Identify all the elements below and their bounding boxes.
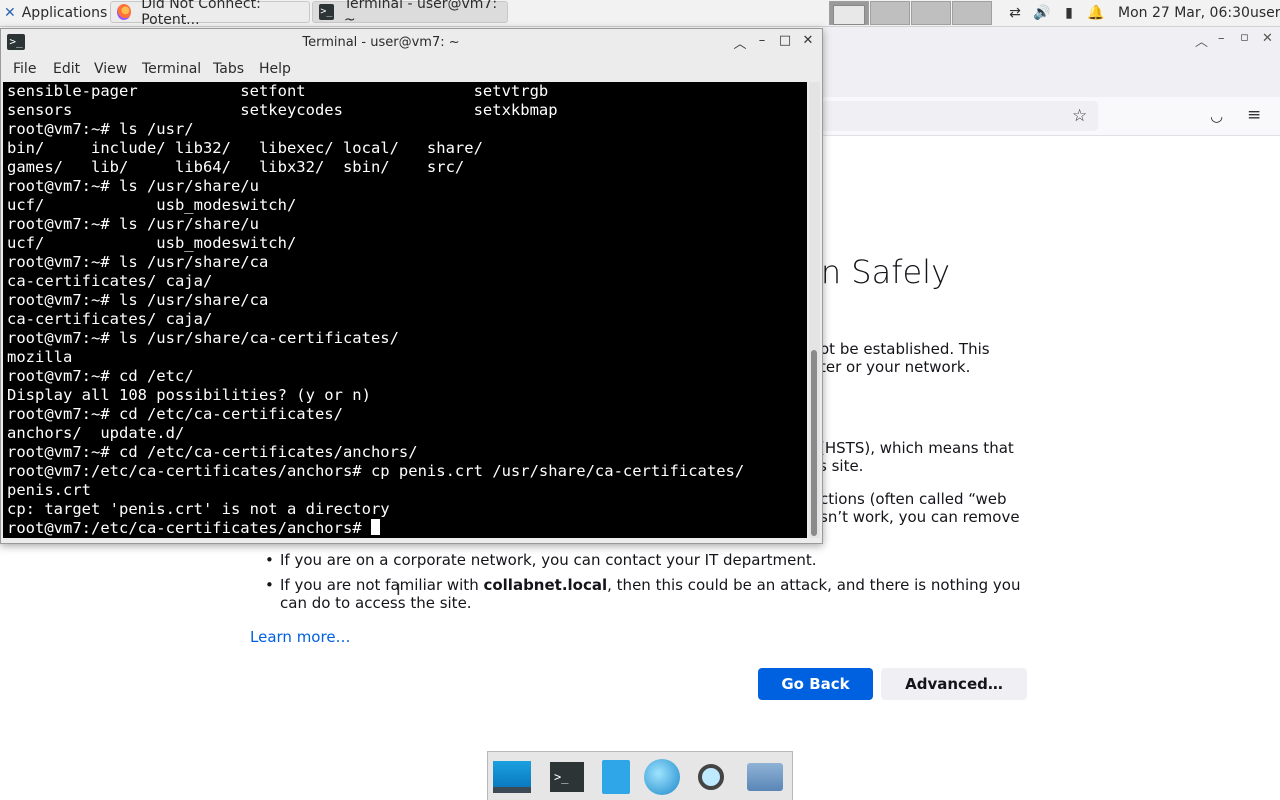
shade-window-icon[interactable]: ︿ [731, 33, 749, 52]
pocket-icon[interactable]: ◡ [1210, 107, 1223, 125]
hamburger-menu-icon[interactable]: ≡ [1247, 105, 1261, 125]
battery-icon[interactable]: ▮ [1060, 4, 1078, 22]
go-back-button[interactable]: Go Back [758, 668, 873, 700]
taskbar-item-label: Did Not Connect: Potent... [141, 0, 261, 28]
terminal-window: >_ Terminal - user@vm7: ~ ︿ – □ ✕ File E… [0, 28, 823, 544]
network-icon[interactable]: ⇄ [1006, 4, 1024, 22]
menu-file[interactable]: File [13, 61, 36, 77]
workspace-2[interactable] [870, 1, 910, 25]
notification-bell-icon[interactable]: 🔔 [1087, 4, 1105, 22]
dock-show-desktop[interactable] [492, 757, 532, 797]
firefox-icon [117, 4, 132, 20]
terminal-menubar: File Edit View Terminal Tabs Help [1, 56, 822, 82]
terminal-title: Terminal - user@vm7: ~ [302, 35, 460, 50]
clock[interactable]: Mon 27 Mar, 06:30 [1118, 0, 1250, 26]
hostname-text: collabnet.local [483, 576, 608, 594]
terminal-icon: >_ [550, 762, 584, 792]
dock-file-manager[interactable] [596, 757, 636, 797]
dock-app-finder[interactable] [691, 757, 731, 797]
firefox-titlebar [822, 27, 1280, 97]
error-suggestion-list: If you are on a corporate network, you c… [262, 551, 1042, 619]
advanced-button[interactable]: Advanced… [881, 668, 1027, 700]
text-cursor-icon: I [396, 580, 401, 599]
terminal-icon: >_ [319, 4, 334, 20]
url-bar[interactable] [822, 101, 1098, 131]
desktop-icon [493, 761, 531, 793]
file-manager-icon [602, 760, 630, 794]
terminal-output[interactable]: sensible-pager setfont setvtrgb sensors … [3, 82, 807, 538]
firefox-maximize-icon[interactable]: ▫ [1240, 30, 1249, 45]
error-paragraph-1: ot be established. This ter or your netw… [820, 340, 990, 376]
close-icon[interactable]: ✕ [799, 33, 817, 48]
terminal-cursor [370, 519, 380, 535]
menu-help[interactable]: Help [259, 61, 291, 77]
workspace-3[interactable] [911, 1, 951, 25]
dock-terminal[interactable]: >_ [547, 757, 587, 797]
taskbar-item-label: Terminal - user@vm7: ~ [343, 0, 498, 28]
taskbar-item-firefox[interactable]: Did Not Connect: Potent... [110, 0, 310, 28]
scrollbar-thumb[interactable] [811, 350, 817, 536]
firefox-minimize-icon[interactable]: – [1218, 31, 1225, 46]
applications-menu-button[interactable]: ✕ Applications [0, 0, 107, 26]
error-paragraph-3: ctions (often called “web sn’t work, you… [820, 490, 1020, 526]
folder-icon [747, 763, 783, 791]
workspace-4[interactable] [952, 1, 992, 25]
menu-edit[interactable]: Edit [53, 61, 80, 77]
menu-terminal[interactable]: Terminal [142, 61, 201, 77]
xfce-logo-icon: ✕ [4, 5, 16, 21]
learn-more-link[interactable]: Learn more… [250, 628, 351, 646]
list-item: If you are on a corporate network, you c… [262, 551, 1042, 569]
list-item-text: If you are not familiar with [280, 576, 484, 594]
list-item-text: If you are on a corporate network, you c… [280, 551, 817, 569]
dock-home-folder[interactable] [745, 757, 785, 797]
minimize-icon[interactable]: – [753, 33, 771, 48]
dock: >_ [487, 751, 793, 800]
firefox-close-icon[interactable]: ✕ [1262, 31, 1273, 46]
top-panel: ✕ Applications Did Not Connect: Potent..… [0, 0, 1280, 28]
terminal-titlebar[interactable]: >_ Terminal - user@vm7: ~ ︿ – □ ✕ [1, 29, 822, 56]
firefox-up-arrow-icon[interactable]: ︿ [1195, 31, 1208, 50]
maximize-icon[interactable]: □ [776, 33, 794, 48]
terminal-lines: sensible-pager setfont setvtrgb sensors … [7, 82, 745, 537]
workspace-1[interactable] [829, 1, 869, 25]
menu-tabs[interactable]: Tabs [213, 61, 244, 77]
menu-view[interactable]: View [94, 61, 127, 77]
bookmark-star-icon[interactable]: ☆ [1072, 106, 1087, 126]
error-paragraph-2: (HSTS), which means that s site. [819, 439, 1014, 475]
globe-icon [644, 759, 680, 795]
terminal-text: sensible-pager setfont setvtrgb sensors … [7, 82, 744, 538]
list-item: If you are not familiar with collabnet.l… [262, 576, 1025, 612]
user-menu[interactable]: user [1250, 0, 1280, 26]
applications-menu-label: Applications [21, 5, 108, 21]
taskbar-item-terminal[interactable]: >_ Terminal - user@vm7: ~ [312, 0, 508, 28]
workspace-window-preview [833, 5, 865, 25]
volume-icon[interactable]: 🔊 [1033, 4, 1051, 22]
dock-web-browser[interactable] [642, 757, 682, 797]
magnifier-icon [698, 764, 724, 790]
terminal-scrollbar[interactable] [809, 82, 820, 538]
